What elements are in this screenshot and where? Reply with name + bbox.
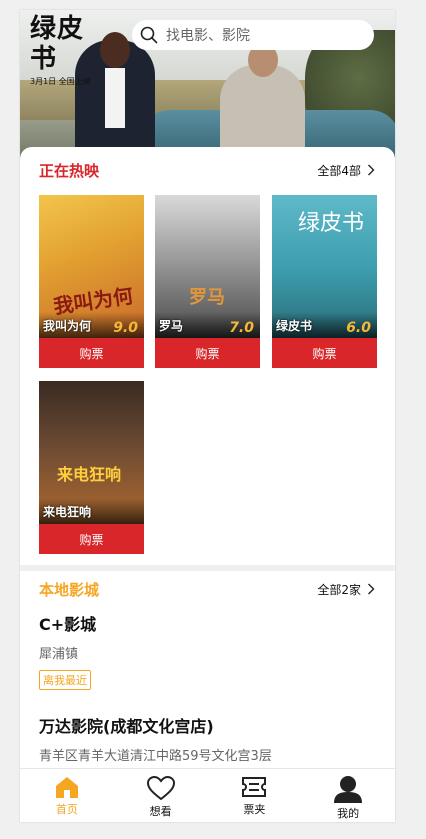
local-cinemas-title: 本地影城 bbox=[39, 580, 100, 599]
movie-poster[interactable]: 绿皮书 绿皮书 6.0 bbox=[272, 195, 377, 338]
search-placeholder: 找电影、影院 bbox=[166, 28, 250, 44]
cinema-address: 犀浦镇 bbox=[39, 647, 79, 662]
tab-label: 我的 bbox=[337, 807, 360, 820]
chevron-right-icon bbox=[368, 164, 375, 176]
search-bar[interactable]: 找电影、影院 bbox=[132, 20, 374, 50]
tab-profile[interactable]: 我的 bbox=[301, 769, 395, 822]
movie-card[interactable]: 罗马 罗马 7.0 购票 bbox=[155, 195, 260, 368]
buy-ticket-button[interactable]: 购票 bbox=[39, 338, 144, 368]
tab-label: 想看 bbox=[149, 805, 172, 818]
movie-score: 6.0 bbox=[346, 320, 371, 336]
banner-logo-subtitle: 3月1日 全国上映 bbox=[30, 77, 91, 86]
movie-poster[interactable]: 我叫为何 我叫为何 9.0 bbox=[39, 195, 144, 338]
movie-score: 9.0 bbox=[113, 320, 138, 336]
bottom-tab-bar: 首页 想看 票夹 我的 bbox=[20, 768, 395, 822]
movie-name: 罗马 bbox=[159, 319, 184, 333]
now-showing-header: 正在热映 全部4部 bbox=[39, 159, 375, 181]
user-icon bbox=[334, 776, 363, 803]
poster-title-art: 来电狂响 bbox=[57, 465, 122, 484]
section-divider bbox=[20, 565, 395, 571]
local-cinemas-header: 本地影城 全部2家 bbox=[39, 578, 375, 600]
tab-home[interactable]: 首页 bbox=[20, 769, 114, 822]
movie-name: 我叫为何 bbox=[43, 319, 92, 333]
tab-tickets[interactable]: 票夹 bbox=[208, 769, 302, 822]
cinema-name: C+影城 bbox=[39, 615, 97, 634]
tab-wishlist[interactable]: 想看 bbox=[114, 769, 208, 822]
local-cinemas-more-link[interactable]: 全部2家 bbox=[317, 581, 375, 598]
banner-figure-right bbox=[220, 43, 305, 160]
ticket-icon bbox=[242, 777, 267, 797]
chevron-right-icon bbox=[368, 583, 375, 595]
buy-ticket-button[interactable]: 购票 bbox=[272, 338, 377, 368]
movie-poster[interactable]: 罗马 罗马 7.0 bbox=[155, 195, 260, 338]
movie-name: 绿皮书 bbox=[276, 319, 313, 333]
heart-icon bbox=[146, 775, 175, 801]
now-showing-more-link[interactable]: 全部4部 bbox=[317, 162, 375, 179]
cinema-name: 万达影院(成都文化宫店) bbox=[39, 717, 214, 736]
now-showing-more-label: 全部4部 bbox=[317, 163, 361, 178]
movie-name: 来电狂响 bbox=[43, 505, 92, 519]
buy-ticket-button[interactable]: 购票 bbox=[39, 524, 144, 554]
local-cinemas-more-label: 全部2家 bbox=[317, 582, 361, 597]
home-icon bbox=[55, 777, 78, 798]
movie-card[interactable]: 我叫为何 我叫为何 9.0 购票 bbox=[39, 195, 144, 368]
cinema-address: 青羊区青羊大道清江中路59号文化宫3层 bbox=[39, 749, 272, 764]
poster-title-art: 绿皮书 bbox=[298, 211, 365, 236]
search-icon bbox=[140, 26, 158, 44]
banner-logo-title: 绿皮书 bbox=[30, 14, 85, 74]
movie-card[interactable]: 来电狂响 来电狂响 购票 bbox=[39, 381, 144, 554]
tab-label: 票夹 bbox=[243, 803, 266, 816]
tab-label: 首页 bbox=[55, 803, 78, 816]
banner-movie-logo: 绿皮书 3月1日 全国上映 bbox=[30, 14, 110, 87]
app-screen: 绿皮书 3月1日 全国上映 找电影、影院 正在热映 全部4部 我叫为何 我叫为何… bbox=[20, 10, 395, 822]
poster-title-art: 罗马 bbox=[189, 287, 225, 308]
movie-card[interactable]: 绿皮书 绿皮书 6.0 购票 bbox=[272, 195, 377, 368]
nearest-badge: 离我最近 bbox=[39, 670, 91, 690]
movie-score: 7.0 bbox=[229, 320, 254, 336]
movie-poster[interactable]: 来电狂响 来电狂响 bbox=[39, 381, 144, 524]
now-showing-section: 正在热映 全部4部 我叫为何 我叫为何 9.0 购票 罗马 罗马 7.0 购票 bbox=[20, 147, 395, 567]
buy-ticket-button[interactable]: 购票 bbox=[155, 338, 260, 368]
now-showing-title: 正在热映 bbox=[39, 161, 100, 180]
